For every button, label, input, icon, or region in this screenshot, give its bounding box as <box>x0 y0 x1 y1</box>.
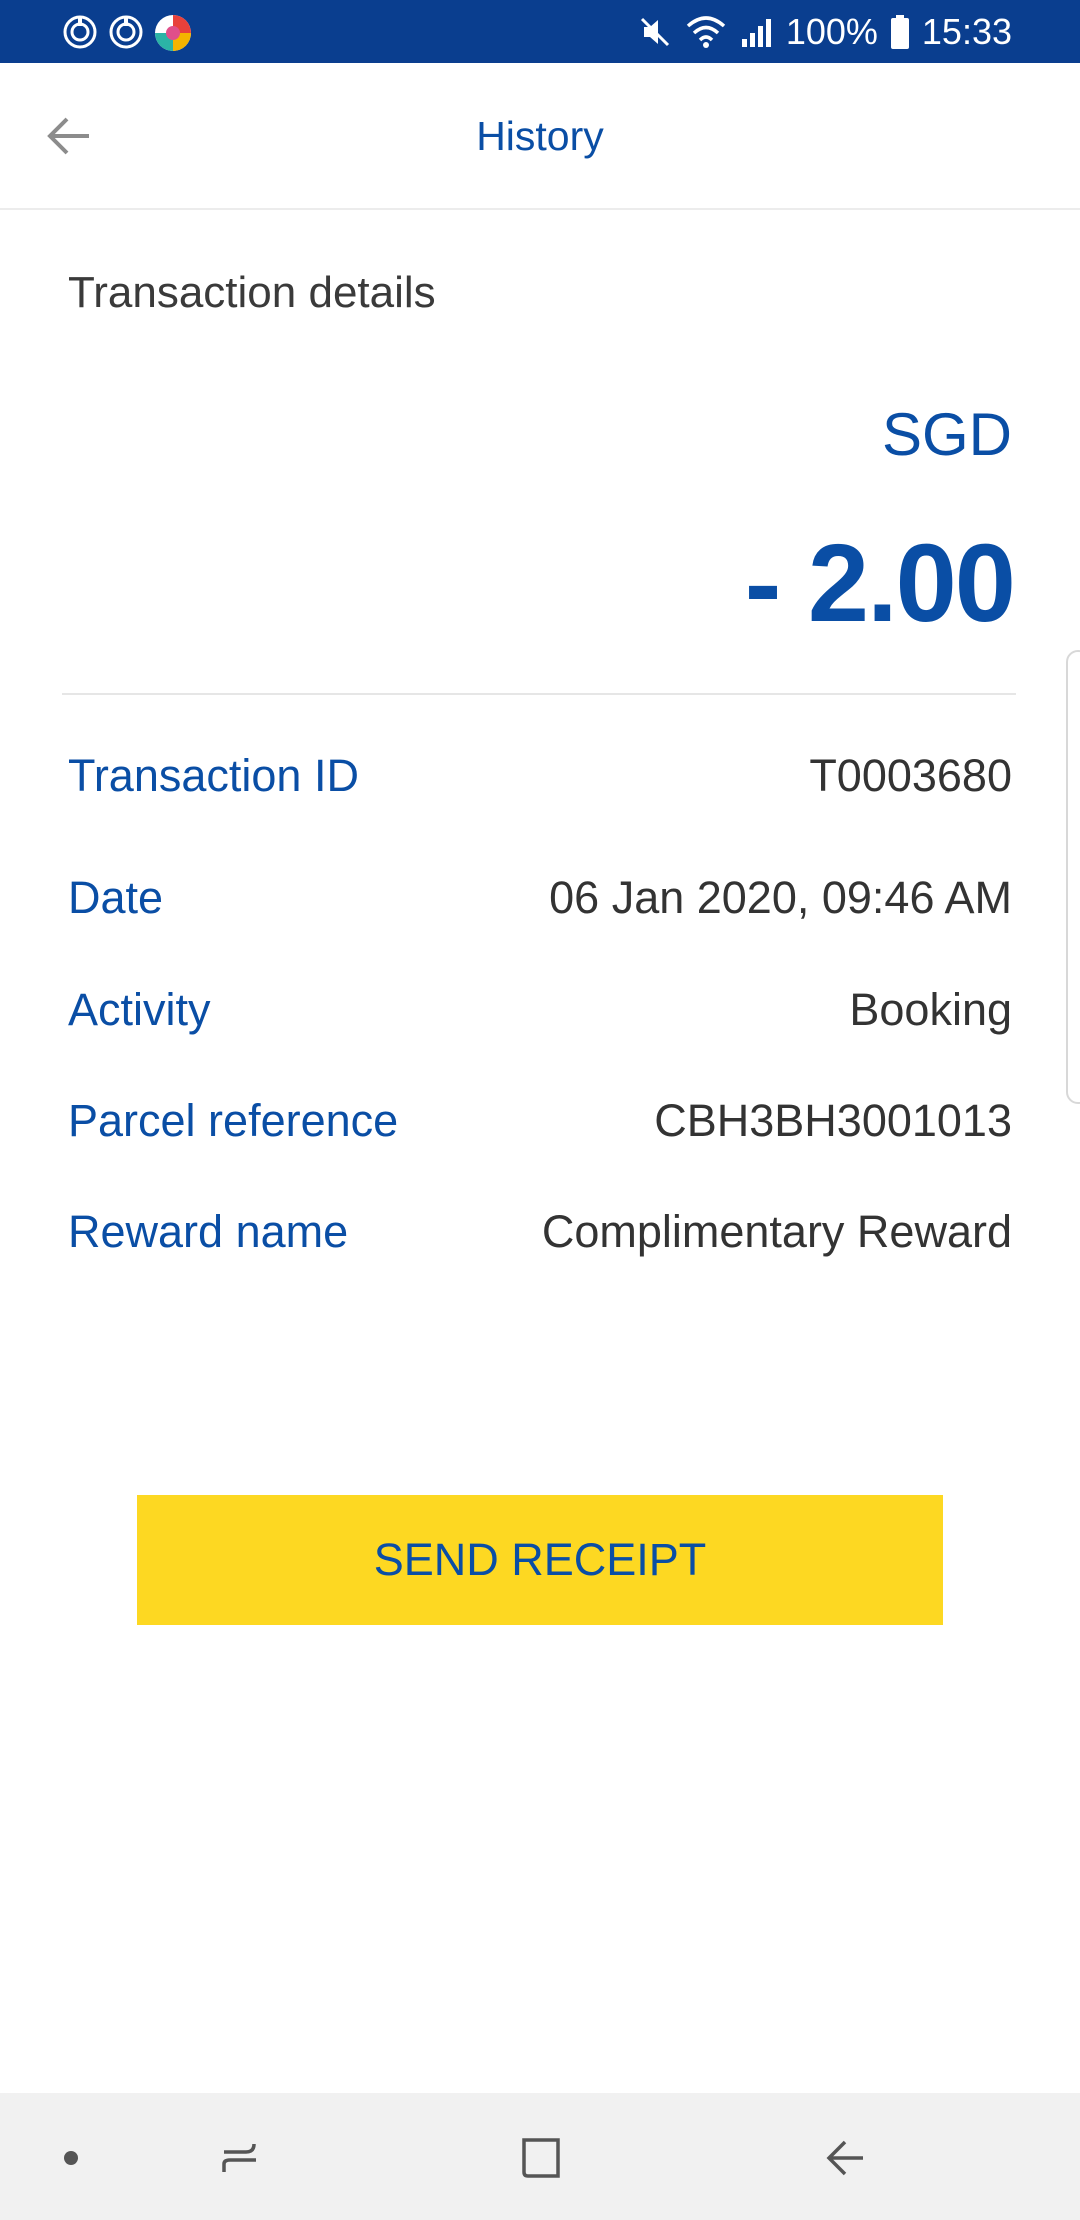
battery-icon <box>890 14 910 50</box>
home-icon <box>522 2138 560 2178</box>
wifi-icon <box>684 14 728 50</box>
screen: 100% 15:33 History Transaction details S… <box>0 0 1080 2220</box>
mute-icon <box>638 15 672 49</box>
sync-icon <box>108 14 144 50</box>
detail-label: Date <box>68 872 164 923</box>
divider <box>62 693 1016 695</box>
recent-apps-icon <box>222 2143 256 2172</box>
detail-label: Parcel reference <box>68 1095 399 1146</box>
status-system: 100% 15:33 <box>638 8 1012 56</box>
detail-value: Complimentary Reward <box>541 1206 1012 1257</box>
detail-row-parcel-reference: Parcel reference CBH3BH3001013 <box>68 1091 1012 1151</box>
detail-label: Activity <box>68 984 211 1035</box>
status-notifications <box>62 12 191 52</box>
detail-row-activity: Activity Booking <box>68 980 1012 1040</box>
detail-value: T0003680 <box>809 750 1012 801</box>
status-bar: 100% 15:33 <box>0 0 1080 63</box>
edge-panel-handle[interactable] <box>1066 650 1080 1104</box>
section-title: Transaction details <box>68 268 436 317</box>
signal-icon <box>740 15 774 49</box>
sync-icon <box>62 14 98 50</box>
detail-row-reward-name: Reward name Complimentary Reward <box>68 1202 1012 1262</box>
detail-label: Transaction ID <box>68 750 359 801</box>
battery-percentage: 100% <box>785 11 878 52</box>
back-icon <box>826 2140 863 2176</box>
app-bar: History <box>0 63 1080 210</box>
home-button[interactable] <box>497 2113 587 2203</box>
dot-icon <box>64 2151 78 2165</box>
send-receipt-button[interactable]: SEND RECEIPT <box>137 1495 943 1625</box>
clock: 15:33 <box>921 11 1012 52</box>
detail-value: Booking <box>849 984 1012 1035</box>
amount-value: - 2.00 <box>744 522 1016 645</box>
app-icon <box>154 14 191 51</box>
system-back-button[interactable] <box>800 2113 890 2203</box>
navigation-bar <box>0 2093 1080 2220</box>
detail-value: 06 Jan 2020, 09:46 AM <box>549 872 1012 923</box>
currency-label: SGD <box>881 401 1012 468</box>
detail-row-date: Date 06 Jan 2020, 09:46 AM <box>68 868 1012 928</box>
nav-dot-button[interactable] <box>26 2113 116 2203</box>
detail-value: CBH3BH3001013 <box>654 1095 1012 1146</box>
page-title: History <box>476 113 604 159</box>
detail-label: Reward name <box>68 1206 349 1257</box>
recent-apps-button[interactable] <box>195 2113 285 2203</box>
detail-row-transaction-id: Transaction ID T0003680 <box>68 746 1012 806</box>
